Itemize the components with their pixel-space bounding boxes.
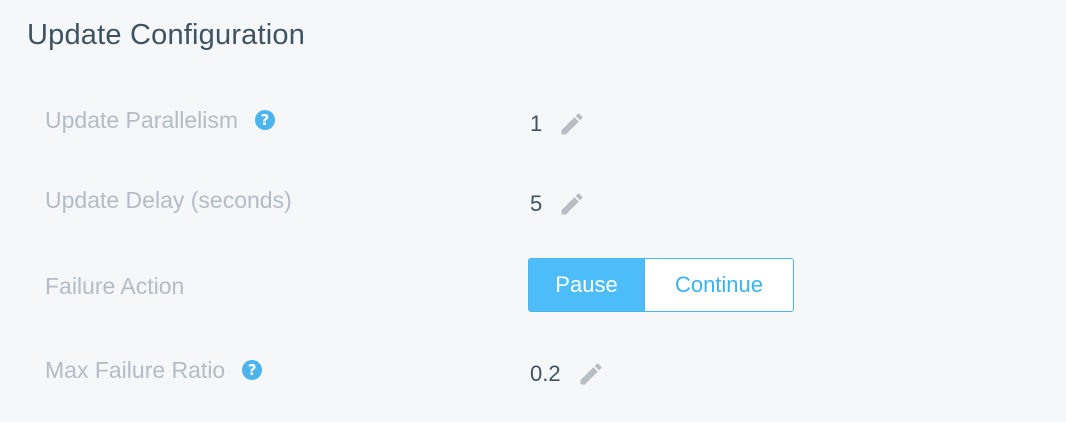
failure-action-label-wrap: Failure Action (45, 271, 184, 301)
update-delay-value: 5 (530, 191, 543, 216)
failure-action-toggle[interactable]: Pause Continue (528, 258, 794, 312)
max-failure-ratio-label-wrap: Max Failure Ratio ? (45, 355, 263, 385)
max-failure-ratio-value: 0.2 (530, 361, 561, 386)
question-circle-icon[interactable]: ? (255, 110, 276, 130)
update-delay-value-wrap: 5 (530, 189, 586, 219)
pause-option-button[interactable]: Pause (529, 259, 644, 311)
question-circle-icon[interactable]: ? (242, 360, 263, 380)
max-failure-ratio-value-wrap: 0.2 (530, 359, 605, 389)
pencil-icon[interactable] (558, 110, 586, 138)
update-parallelism-label: Update Parallelism (45, 107, 239, 133)
max-failure-ratio-label: Max Failure Ratio (45, 357, 226, 383)
continue-option-button[interactable]: Continue (644, 259, 793, 311)
failure-action-label: Failure Action (45, 273, 185, 299)
update-delay-label-wrap: Update Delay (seconds) (45, 185, 292, 215)
update-delay-row: Update Delay (seconds) 5 (0, 185, 1066, 225)
update-parallelism-row: Update Parallelism ? 1 (0, 105, 1066, 145)
update-parallelism-value-wrap: 1 (530, 109, 586, 139)
update-delay-label: Update Delay (seconds) (45, 187, 292, 213)
update-parallelism-label-wrap: Update Parallelism ? (45, 105, 276, 135)
section-title: Update Configuration (27, 19, 306, 51)
max-failure-ratio-row: Max Failure Ratio ? 0.2 (0, 355, 1066, 395)
pencil-icon[interactable] (558, 190, 586, 218)
update-parallelism-value: 1 (530, 111, 543, 136)
pencil-icon[interactable] (577, 360, 605, 388)
